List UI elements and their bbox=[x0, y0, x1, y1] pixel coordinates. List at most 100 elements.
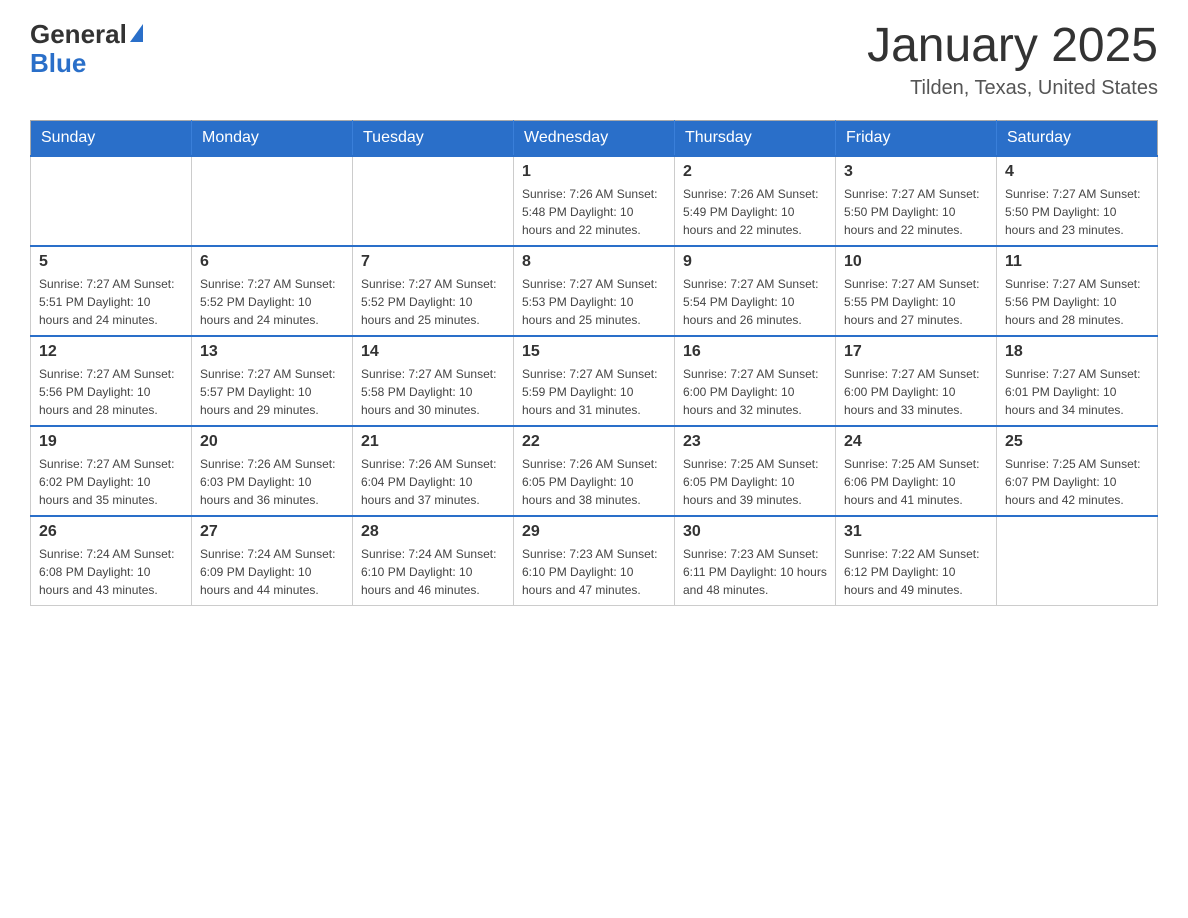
month-title: January 2025 bbox=[867, 20, 1158, 73]
calendar-week-row: 1 Sunrise: 7:26 AM Sunset: 5:48 PM Daylig… bbox=[31, 156, 1158, 246]
calendar-cell: 1 Sunrise: 7:26 AM Sunset: 5:48 PM Daylig… bbox=[514, 156, 675, 246]
day-info: Sunrise: 7:27 AM Sunset: 5:58 PM Dayligh… bbox=[361, 365, 505, 419]
day-info: Sunrise: 7:27 AM Sunset: 5:56 PM Dayligh… bbox=[1005, 275, 1149, 329]
day-number: 27 bbox=[200, 523, 344, 541]
day-number: 7 bbox=[361, 253, 505, 271]
calendar-cell: 2Sunrise: 7:26 AM Sunset: 5:49 PM Daylig… bbox=[675, 156, 836, 246]
day-info: Sunrise: 7:22 AM Sunset: 6:12 PM Dayligh… bbox=[844, 545, 988, 599]
calendar-cell: 20 Sunrise: 7:26 AM Sunset: 6:03 PM Dayli… bbox=[192, 426, 353, 516]
day-info: Sunrise: 7:27 AM Sunset: 5:52 PM Dayligh… bbox=[200, 275, 344, 329]
calendar-cell: 7 Sunrise: 7:27 AM Sunset: 5:52 PM Daylig… bbox=[353, 246, 514, 336]
day-number: 9 bbox=[683, 253, 827, 271]
calendar-week-row: 12Sunrise: 7:27 AM Sunset: 5:56 PM Dayli… bbox=[31, 336, 1158, 426]
calendar-cell: 13Sunrise: 7:27 AM Sunset: 5:57 PM Dayli… bbox=[192, 336, 353, 426]
day-of-week-header: Wednesday bbox=[514, 120, 675, 156]
day-of-week-header: Saturday bbox=[997, 120, 1158, 156]
day-number: 15 bbox=[522, 343, 666, 361]
calendar-cell: 28 Sunrise: 7:24 AM Sunset: 6:10 PM Dayli… bbox=[353, 516, 514, 606]
day-info: Sunrise: 7:25 AM Sunset: 6:06 PM Dayligh… bbox=[844, 455, 988, 509]
calendar-cell: 27 Sunrise: 7:24 AM Sunset: 6:09 PM Dayli… bbox=[192, 516, 353, 606]
day-of-week-header: Thursday bbox=[675, 120, 836, 156]
day-info: Sunrise: 7:23 AM Sunset: 6:10 PM Dayligh… bbox=[522, 545, 666, 599]
day-of-week-header: Sunday bbox=[31, 120, 192, 156]
calendar-cell: 15 Sunrise: 7:27 AM Sunset: 5:59 PM Dayli… bbox=[514, 336, 675, 426]
day-info: Sunrise: 7:26 AM Sunset: 5:49 PM Dayligh… bbox=[683, 185, 827, 239]
day-info: Sunrise: 7:24 AM Sunset: 6:08 PM Dayligh… bbox=[39, 545, 183, 599]
day-info: Sunrise: 7:27 AM Sunset: 5:59 PM Dayligh… bbox=[522, 365, 666, 419]
calendar-cell: 12Sunrise: 7:27 AM Sunset: 5:56 PM Dayli… bbox=[31, 336, 192, 426]
logo-triangle-icon bbox=[130, 24, 143, 42]
calendar-cell: 24 Sunrise: 7:25 AM Sunset: 6:06 PM Dayli… bbox=[836, 426, 997, 516]
day-info: Sunrise: 7:27 AM Sunset: 5:55 PM Dayligh… bbox=[844, 275, 988, 329]
day-number: 12 bbox=[39, 343, 183, 361]
day-number: 17 bbox=[844, 343, 988, 361]
logo: General Blue bbox=[30, 20, 143, 77]
title-section: January 2025 Tilden, Texas, United State… bbox=[867, 20, 1158, 100]
page-header: General Blue January 2025 Tilden, Texas,… bbox=[30, 20, 1158, 100]
day-number: 24 bbox=[844, 433, 988, 451]
day-number: 10 bbox=[844, 253, 988, 271]
day-info: Sunrise: 7:26 AM Sunset: 6:04 PM Dayligh… bbox=[361, 455, 505, 509]
day-info: Sunrise: 7:27 AM Sunset: 5:50 PM Dayligh… bbox=[844, 185, 988, 239]
day-number: 1 bbox=[522, 163, 666, 181]
day-of-week-header: Friday bbox=[836, 120, 997, 156]
day-info: Sunrise: 7:25 AM Sunset: 6:07 PM Dayligh… bbox=[1005, 455, 1149, 509]
calendar-cell: 10 Sunrise: 7:27 AM Sunset: 5:55 PM Dayli… bbox=[836, 246, 997, 336]
calendar-cell: 16Sunrise: 7:27 AM Sunset: 6:00 PM Dayli… bbox=[675, 336, 836, 426]
day-info: Sunrise: 7:24 AM Sunset: 6:10 PM Dayligh… bbox=[361, 545, 505, 599]
day-info: Sunrise: 7:23 AM Sunset: 6:11 PM Dayligh… bbox=[683, 545, 827, 599]
calendar-cell: 4 Sunrise: 7:27 AM Sunset: 5:50 PM Daylig… bbox=[997, 156, 1158, 246]
day-info: Sunrise: 7:27 AM Sunset: 5:52 PM Dayligh… bbox=[361, 275, 505, 329]
day-info: Sunrise: 7:24 AM Sunset: 6:09 PM Dayligh… bbox=[200, 545, 344, 599]
day-number: 26 bbox=[39, 523, 183, 541]
day-number: 3 bbox=[844, 163, 988, 181]
day-number: 6 bbox=[200, 253, 344, 271]
day-number: 19 bbox=[39, 433, 183, 451]
calendar-cell: 23Sunrise: 7:25 AM Sunset: 6:05 PM Dayli… bbox=[675, 426, 836, 516]
calendar-cell: 3 Sunrise: 7:27 AM Sunset: 5:50 PM Daylig… bbox=[836, 156, 997, 246]
calendar-header-row: SundayMondayTuesdayWednesdayThursdayFrid… bbox=[31, 120, 1158, 156]
day-number: 5 bbox=[39, 253, 183, 271]
location: Tilden, Texas, United States bbox=[867, 77, 1158, 100]
calendar-table: SundayMondayTuesdayWednesdayThursdayFrid… bbox=[30, 120, 1158, 606]
day-number: 29 bbox=[522, 523, 666, 541]
day-info: Sunrise: 7:27 AM Sunset: 5:54 PM Dayligh… bbox=[683, 275, 827, 329]
logo-blue-text: Blue bbox=[30, 48, 86, 78]
day-number: 8 bbox=[522, 253, 666, 271]
day-info: Sunrise: 7:27 AM Sunset: 6:00 PM Dayligh… bbox=[683, 365, 827, 419]
calendar-cell bbox=[31, 156, 192, 246]
day-info: Sunrise: 7:27 AM Sunset: 5:50 PM Dayligh… bbox=[1005, 185, 1149, 239]
day-info: Sunrise: 7:27 AM Sunset: 5:57 PM Dayligh… bbox=[200, 365, 344, 419]
day-number: 25 bbox=[1005, 433, 1149, 451]
calendar-cell: 22Sunrise: 7:26 AM Sunset: 6:05 PM Dayli… bbox=[514, 426, 675, 516]
calendar-cell: 31Sunrise: 7:22 AM Sunset: 6:12 PM Dayli… bbox=[836, 516, 997, 606]
day-number: 23 bbox=[683, 433, 827, 451]
logo-general-text: General bbox=[30, 20, 127, 49]
day-info: Sunrise: 7:27 AM Sunset: 6:02 PM Dayligh… bbox=[39, 455, 183, 509]
day-number: 30 bbox=[683, 523, 827, 541]
calendar-cell: 8Sunrise: 7:27 AM Sunset: 5:53 PM Daylig… bbox=[514, 246, 675, 336]
calendar-cell: 14Sunrise: 7:27 AM Sunset: 5:58 PM Dayli… bbox=[353, 336, 514, 426]
calendar-cell bbox=[997, 516, 1158, 606]
calendar-cell: 21 Sunrise: 7:26 AM Sunset: 6:04 PM Dayli… bbox=[353, 426, 514, 516]
day-number: 18 bbox=[1005, 343, 1149, 361]
day-info: Sunrise: 7:27 AM Sunset: 6:00 PM Dayligh… bbox=[844, 365, 988, 419]
day-number: 21 bbox=[361, 433, 505, 451]
calendar-cell bbox=[353, 156, 514, 246]
day-number: 20 bbox=[200, 433, 344, 451]
calendar-cell: 11Sunrise: 7:27 AM Sunset: 5:56 PM Dayli… bbox=[997, 246, 1158, 336]
calendar-cell: 9 Sunrise: 7:27 AM Sunset: 5:54 PM Daylig… bbox=[675, 246, 836, 336]
day-info: Sunrise: 7:26 AM Sunset: 5:48 PM Dayligh… bbox=[522, 185, 666, 239]
calendar-cell: 29 Sunrise: 7:23 AM Sunset: 6:10 PM Dayli… bbox=[514, 516, 675, 606]
calendar-cell: 18Sunrise: 7:27 AM Sunset: 6:01 PM Dayli… bbox=[997, 336, 1158, 426]
calendar-week-row: 5Sunrise: 7:27 AM Sunset: 5:51 PM Daylig… bbox=[31, 246, 1158, 336]
day-info: Sunrise: 7:26 AM Sunset: 6:03 PM Dayligh… bbox=[200, 455, 344, 509]
day-number: 28 bbox=[361, 523, 505, 541]
day-of-week-header: Monday bbox=[192, 120, 353, 156]
calendar-week-row: 26 Sunrise: 7:24 AM Sunset: 6:08 PM Dayli… bbox=[31, 516, 1158, 606]
day-number: 4 bbox=[1005, 163, 1149, 181]
calendar-cell: 30 Sunrise: 7:23 AM Sunset: 6:11 PM Dayli… bbox=[675, 516, 836, 606]
calendar-cell: 6 Sunrise: 7:27 AM Sunset: 5:52 PM Daylig… bbox=[192, 246, 353, 336]
calendar-cell: 5Sunrise: 7:27 AM Sunset: 5:51 PM Daylig… bbox=[31, 246, 192, 336]
calendar-cell: 26 Sunrise: 7:24 AM Sunset: 6:08 PM Dayli… bbox=[31, 516, 192, 606]
